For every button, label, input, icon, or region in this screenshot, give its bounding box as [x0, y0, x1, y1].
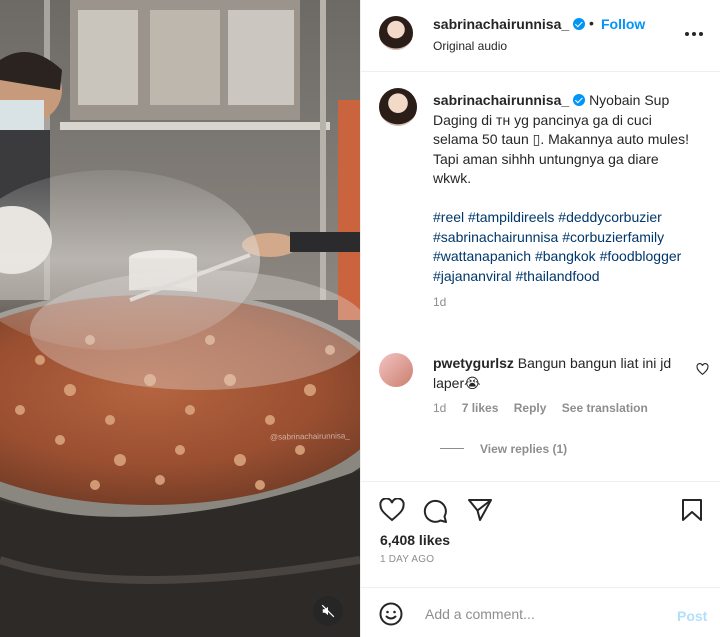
- replies-rule: [440, 448, 464, 450]
- comment-like-button[interactable]: [696, 363, 709, 381]
- comment-item: pwetygurlsz Bangun bangun liat ini jd la…: [433, 354, 673, 415]
- verified-badge-icon: [573, 94, 586, 106]
- author-username-text[interactable]: sabrinachairunnisa_: [433, 16, 569, 32]
- more-options-icon[interactable]: [685, 27, 705, 41]
- comment-likes[interactable]: 7 likes: [462, 401, 499, 415]
- comment-meta: 1d 7 likes Reply See translation: [433, 401, 673, 415]
- like-count[interactable]: 6,408 likes: [380, 532, 450, 548]
- see-translation-button[interactable]: See translation: [562, 401, 648, 415]
- view-replies[interactable]: View replies (1): [440, 440, 567, 458]
- caption-username[interactable]: sabrinachairunnisa_: [433, 92, 569, 108]
- hashtag[interactable]: #tampildireels: [468, 209, 554, 225]
- commenter-avatar[interactable]: [379, 353, 413, 387]
- comment-input[interactable]: [423, 601, 657, 627]
- comment-time[interactable]: 1d: [433, 401, 446, 415]
- hashtag[interactable]: #deddycorbuzier: [558, 209, 662, 225]
- reel-video[interactable]: @sabrinachairunnisa_: [0, 0, 360, 637]
- header-separator: •: [589, 15, 594, 31]
- caption-time[interactable]: 1d: [433, 293, 691, 313]
- heart-icon: [379, 497, 405, 522]
- audio-link[interactable]: Original audio: [433, 39, 507, 53]
- hashtag[interactable]: #foodblogger: [600, 248, 682, 264]
- video-watermark: @sabrinachairunnisa_: [269, 431, 350, 442]
- follow-button[interactable]: Follow: [601, 16, 645, 32]
- author-username[interactable]: sabrinachairunnisa_: [433, 16, 586, 32]
- comment-username[interactable]: pwetygurlsz: [433, 355, 514, 371]
- hashtag[interactable]: #reel: [433, 209, 464, 225]
- caption-avatar[interactable]: [379, 88, 417, 126]
- emoji-smiley-icon: [379, 602, 403, 626]
- post-comment-button[interactable]: Post: [677, 608, 707, 624]
- verified-badge-icon: [573, 18, 586, 30]
- post-side-panel: sabrinachairunnisa_ • Follow Original au…: [360, 0, 720, 637]
- comment-button[interactable]: [422, 498, 448, 529]
- hashtag-list: #reel #tampildireels #deddycorbuzier #sa…: [433, 208, 691, 286]
- heart-outline-icon: [696, 363, 709, 376]
- like-button[interactable]: [379, 497, 405, 527]
- mute-button[interactable]: [313, 596, 343, 626]
- comment-bubble-icon: [423, 499, 447, 523]
- post-header: sabrinachairunnisa_ • Follow Original au…: [361, 0, 720, 72]
- hashtag[interactable]: #sabrinachairunnisa: [433, 229, 558, 245]
- muted-speaker-icon: [321, 604, 335, 618]
- bookmark-icon: [682, 499, 702, 521]
- save-button[interactable]: [681, 498, 703, 527]
- add-comment-bar: Post: [361, 587, 720, 637]
- view-replies-button[interactable]: View replies (1): [480, 442, 567, 456]
- author-avatar[interactable]: [379, 16, 413, 50]
- share-button[interactable]: [467, 498, 493, 527]
- video-frame-illustration: [0, 0, 360, 637]
- hashtag[interactable]: #bangkok: [535, 248, 596, 264]
- post-actions: 6,408 likes 1 DAY AGO: [361, 481, 720, 587]
- hashtag[interactable]: #wattanapanich: [433, 248, 531, 264]
- reply-button[interactable]: Reply: [514, 401, 547, 415]
- emoji-button[interactable]: [379, 602, 403, 631]
- caption: sabrinachairunnisa_ Nyobain Sup Daging d…: [433, 91, 691, 313]
- hashtag[interactable]: #jajananviral: [433, 268, 512, 284]
- paper-plane-icon: [468, 499, 492, 521]
- hashtag[interactable]: #corbuzierfamily: [562, 229, 664, 245]
- post-age: 1 DAY AGO: [380, 554, 435, 565]
- hashtag[interactable]: #thailandfood: [516, 268, 600, 284]
